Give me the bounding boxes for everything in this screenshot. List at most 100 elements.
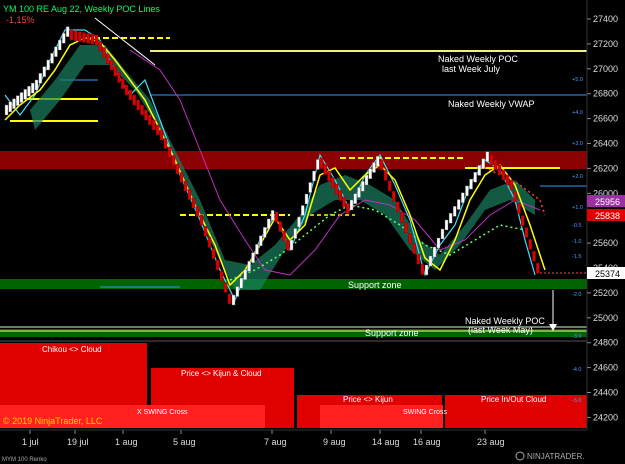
renko-brick-down xyxy=(334,183,339,195)
support-zone-label-1: Support zone xyxy=(348,280,402,290)
price-tick-label: 26200 xyxy=(593,163,618,173)
renko-brick-down xyxy=(78,31,82,42)
time-tick-label: 1 jul xyxy=(22,437,39,447)
renko-brick-up xyxy=(266,218,271,230)
price-tick-label: 27200 xyxy=(593,39,618,49)
renko-brick-up xyxy=(23,89,27,100)
deviation-label: -1.0 xyxy=(572,239,581,245)
renko-brick-up xyxy=(4,104,9,116)
deviation-label: +4.0 xyxy=(572,110,583,116)
renko-brick-up xyxy=(368,168,372,179)
renko-brick-down xyxy=(286,240,290,251)
time-tick-label: 19 jul xyxy=(67,437,89,447)
renko-brick-up xyxy=(38,73,43,84)
renko-brick-down xyxy=(396,201,400,213)
renko-brick-up xyxy=(428,255,433,267)
renko-brick-down xyxy=(528,239,532,250)
renko-brick-down xyxy=(82,32,86,43)
renko-brick-up xyxy=(289,239,294,251)
renko-brick-down xyxy=(505,174,510,186)
renko-brick-down xyxy=(383,170,388,181)
renko-brick-down xyxy=(207,237,212,248)
price-badge-red: 25838 xyxy=(595,211,620,221)
renko-brick-down xyxy=(517,203,521,214)
renko-brick-up xyxy=(247,260,251,272)
time-tick-label: 7 aug xyxy=(264,437,287,447)
label-swing-cross: SWING Cross xyxy=(403,409,447,416)
price-tick-label: 25000 xyxy=(593,313,618,323)
price-tick-label: 24600 xyxy=(593,363,618,373)
renko-brick-up xyxy=(465,185,469,197)
renko-brick-up xyxy=(19,92,24,103)
renko-brick-up xyxy=(304,193,309,205)
renko-brick-up xyxy=(8,101,12,113)
time-tick-label: 14 aug xyxy=(372,437,400,447)
renko-brick-down xyxy=(175,163,180,175)
renko-brick-down xyxy=(513,191,517,203)
deviation-label: -4.0 xyxy=(572,367,581,373)
renko-brick-up xyxy=(376,156,380,167)
price-tick-label: 26800 xyxy=(593,89,618,99)
renko-brick-up xyxy=(485,151,490,163)
renko-brick-down xyxy=(73,30,78,42)
instrument-label: MYM 100 Renko xyxy=(2,457,47,463)
naked-poc-may-label-2: (last Week May) xyxy=(468,325,533,335)
renko-brick-down xyxy=(400,212,404,223)
renko-brick-down xyxy=(379,159,384,171)
renko-brick-down xyxy=(144,109,148,121)
renko-brick-down xyxy=(278,221,282,232)
support-zone-band xyxy=(0,279,587,289)
renko-brick-down xyxy=(179,172,184,183)
naked-poc-july-label-1: Naked Weekly POC xyxy=(438,54,518,64)
renko-brick-down xyxy=(346,203,350,214)
renko-brick-down xyxy=(338,190,342,201)
renko-brick-up xyxy=(270,210,275,221)
renko-brick-down xyxy=(501,169,506,181)
renko-brick-up xyxy=(452,206,457,217)
renko-brick-down xyxy=(408,232,412,244)
renko-brick-down xyxy=(90,33,95,45)
renko-brick-up xyxy=(12,98,16,109)
renko-brick-down xyxy=(167,146,172,158)
renko-brick-up xyxy=(448,212,453,224)
renko-brick-down xyxy=(532,251,536,262)
renko-brick-down xyxy=(183,180,188,192)
renko-brick-down xyxy=(331,177,335,188)
renko-brick-down xyxy=(113,66,117,77)
renko-brick-up xyxy=(461,192,465,203)
price-tick-label: 27400 xyxy=(593,14,618,24)
renko-brick-up xyxy=(231,294,236,306)
chart-title: YM 100 RE Aug 22, Weekly POC Lines xyxy=(3,4,160,14)
renko-brick-down xyxy=(219,271,224,282)
renko-brick-down xyxy=(195,206,200,217)
renko-brick-up xyxy=(58,39,62,51)
renko-brick-down xyxy=(140,104,144,116)
renko-brick-down xyxy=(211,248,216,259)
renko-brick-down xyxy=(536,262,540,274)
renko-brick-down xyxy=(509,179,514,191)
deviation-label: +5.0 xyxy=(572,77,583,83)
renko-brick-down xyxy=(215,259,220,271)
renko-brick-down xyxy=(319,157,324,169)
renko-brick-down xyxy=(524,227,529,238)
renko-brick-up xyxy=(243,269,247,280)
chart-canvas[interactable]: Naked Weekly POC last Week July Naked We… xyxy=(0,0,625,464)
renko-brick-down xyxy=(159,129,164,141)
renko-brick-down xyxy=(199,214,204,226)
renko-brick-down xyxy=(227,293,232,304)
renko-brick-up xyxy=(263,227,267,238)
renko-brick-down xyxy=(124,84,129,96)
renko-brick-up xyxy=(432,246,437,258)
renko-brick-down xyxy=(102,47,106,58)
renko-brick-up xyxy=(293,228,297,239)
copyright: © 2019 NinjaTrader, LLC xyxy=(3,416,103,426)
renko-brick-down xyxy=(327,170,331,182)
renko-brick-up xyxy=(54,46,58,57)
renko-brick-up xyxy=(31,82,35,94)
ninjatrader-brand: NINJATRADER. xyxy=(527,452,585,461)
label-price-kijun: Price <> Kijun xyxy=(343,395,393,404)
renko-brick-up xyxy=(424,264,429,276)
label-x-swing: X SWING Cross xyxy=(137,409,188,416)
renko-brick-down xyxy=(404,222,408,233)
renko-brick-down xyxy=(148,114,152,126)
